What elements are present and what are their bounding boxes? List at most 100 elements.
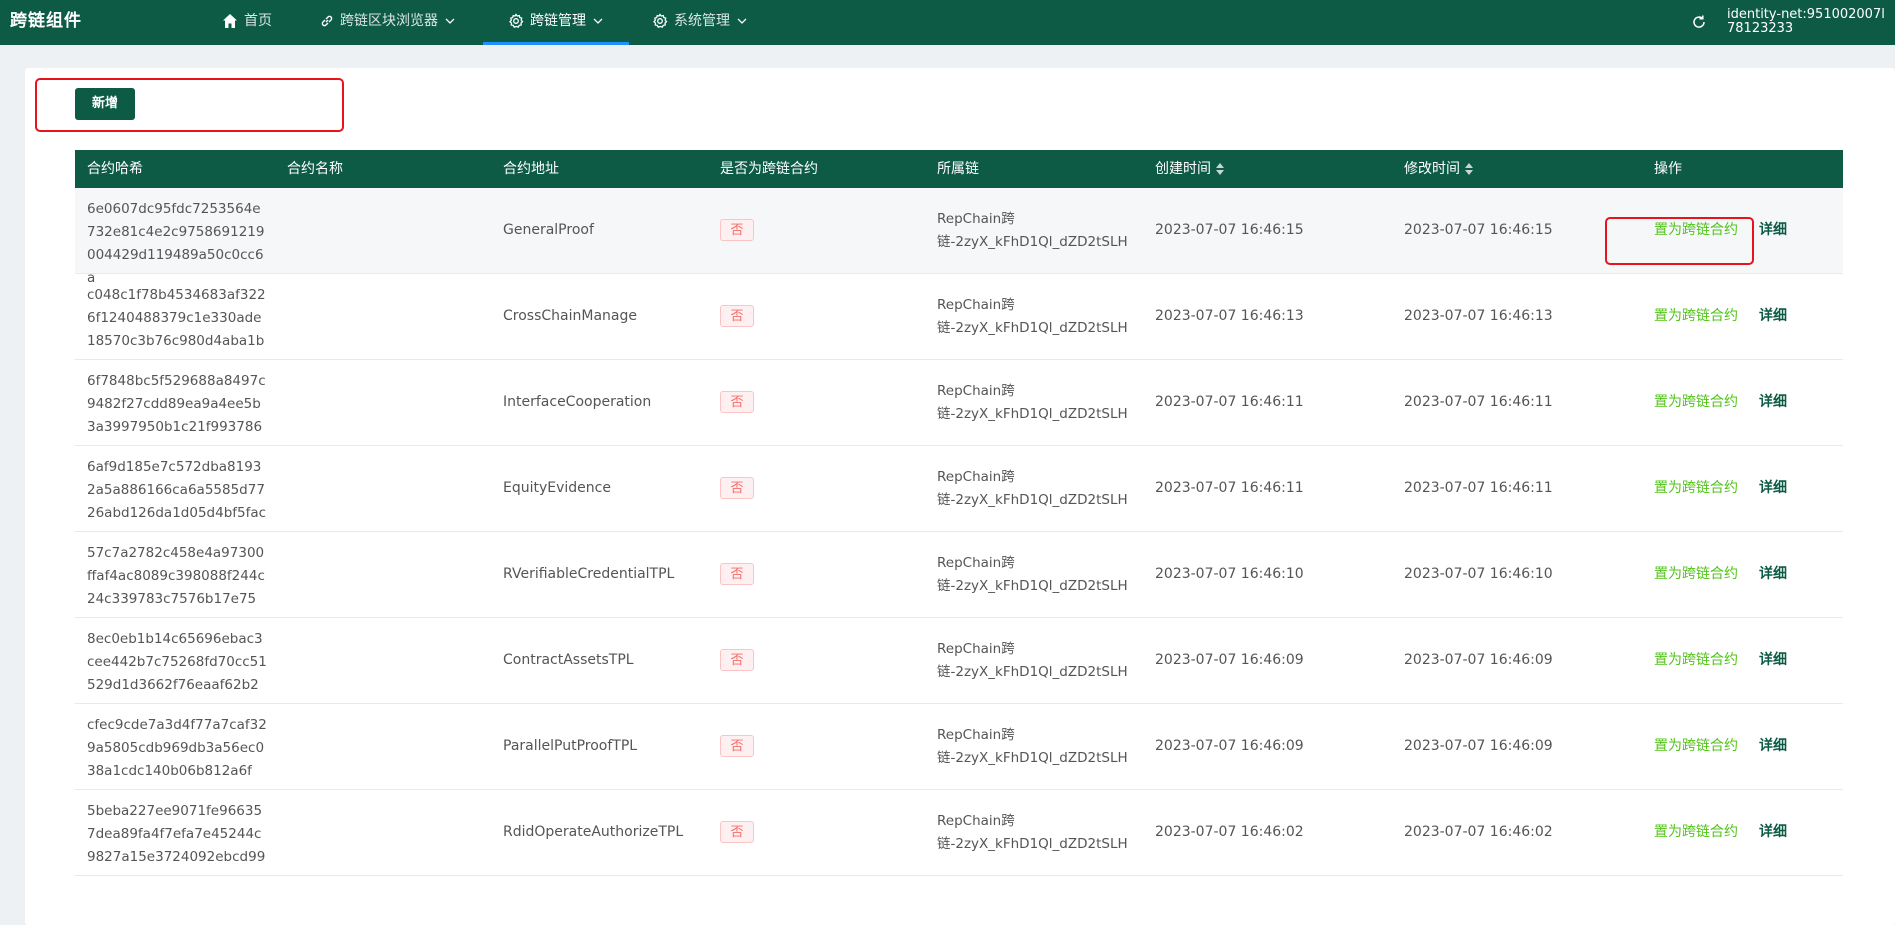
detail-link[interactable]: 详细 xyxy=(1759,446,1787,531)
sort-icon[interactable] xyxy=(1216,162,1224,176)
set-cross-chain-link[interactable]: 置为跨链合约 xyxy=(1654,704,1738,789)
column-header-is-cross: 是否为跨链合约 xyxy=(720,161,818,177)
detail-link[interactable]: 详细 xyxy=(1759,274,1787,359)
modified-time: 2023-07-07 16:46:11 xyxy=(1404,480,1553,496)
contract-hash: 5beba227ee9071fe966357dea89fa4f7efa7e452… xyxy=(87,803,266,865)
is-cross-chain-tag: 否 xyxy=(720,477,754,499)
link-icon xyxy=(320,14,334,28)
set-cross-chain-link[interactable]: 置为跨链合约 xyxy=(1654,618,1738,703)
created-time: 2023-07-07 16:46:11 xyxy=(1155,480,1304,496)
created-time: 2023-07-07 16:46:09 xyxy=(1155,652,1304,668)
nav-system-label: 系统管理 xyxy=(674,13,730,29)
table-row: c048c1f78b4534683af3226f1240488379c1e330… xyxy=(75,274,1843,360)
modified-time: 2023-07-07 16:46:11 xyxy=(1404,394,1553,410)
modified-time: 2023-07-07 16:46:15 xyxy=(1404,222,1553,238)
contract-hash: 6f7848bc5f529688a8497c9482f27cdd89ea9a4e… xyxy=(87,373,266,435)
is-cross-chain-tag: 否 xyxy=(720,305,754,327)
table-row: 8ec0eb1b14c65696ebac3cee442b7c75268fd70c… xyxy=(75,618,1843,704)
home-icon xyxy=(222,13,238,29)
column-header-hash: 合约哈希 xyxy=(87,161,143,177)
identity-label: identity-net:951002007l78123233 xyxy=(1727,7,1885,36)
contract-address: CrossChainManage xyxy=(503,308,637,324)
chevron-down-icon xyxy=(592,15,604,27)
table-row: 6f7848bc5f529688a8497c9482f27cdd89ea9a4e… xyxy=(75,360,1843,446)
contract-hash: c048c1f78b4534683af3226f1240488379c1e330… xyxy=(87,287,266,349)
contract-hash: cfec9cde7a3d4f77a7caf329a5805cdb969db3a5… xyxy=(87,717,267,779)
column-header-chain: 所属链 xyxy=(937,161,979,177)
created-time: 2023-07-07 16:46:13 xyxy=(1155,308,1304,324)
created-time: 2023-07-07 16:46:02 xyxy=(1155,824,1304,840)
column-header-created[interactable]: 创建时间 xyxy=(1155,150,1224,188)
detail-link[interactable]: 详细 xyxy=(1759,532,1787,617)
top-navbar: 跨链组件 首页 跨链区块浏览器 跨链管理 系统管理 identity-net:9… xyxy=(0,0,1895,45)
set-cross-chain-link[interactable]: 置为跨链合约 xyxy=(1654,360,1738,445)
contract-address: GeneralProof xyxy=(503,222,594,238)
modified-time: 2023-07-07 16:46:10 xyxy=(1404,566,1553,582)
gear-icon xyxy=(508,13,524,29)
table-row: 6e0607dc95fdc7253564e732e81c4e2c97586912… xyxy=(75,188,1843,286)
nav-home-label: 首页 xyxy=(244,13,272,29)
nav-cross-chain-management[interactable]: 跨链管理 xyxy=(508,0,604,42)
contract-hash: 8ec0eb1b14c65696ebac3cee442b7c75268fd70c… xyxy=(87,631,267,693)
modified-time: 2023-07-07 16:46:09 xyxy=(1404,738,1553,754)
column-header-address: 合约地址 xyxy=(503,161,559,177)
nav-system-management[interactable]: 系统管理 xyxy=(652,0,748,42)
detail-link[interactable]: 详细 xyxy=(1759,704,1787,789)
contract-address: EquityEvidence xyxy=(503,480,611,496)
table-row: 6af9d185e7c572dba81932a5a886166ca6a5585d… xyxy=(75,446,1843,532)
column-header-modified[interactable]: 修改时间 xyxy=(1404,150,1473,188)
detail-link[interactable]: 详细 xyxy=(1759,618,1787,703)
set-cross-chain-link[interactable]: 置为跨链合约 xyxy=(1654,790,1738,875)
created-time: 2023-07-07 16:46:11 xyxy=(1155,394,1304,410)
set-cross-chain-link[interactable]: 置为跨链合约 xyxy=(1654,532,1738,617)
is-cross-chain-tag: 否 xyxy=(720,391,754,413)
contract-hash: 6af9d185e7c572dba81932a5a886166ca6a5585d… xyxy=(87,459,267,521)
set-cross-chain-link[interactable]: 置为跨链合约 xyxy=(1654,446,1738,531)
contract-hash: 57c7a2782c458e4a97300ffaf4ac8089c398088f… xyxy=(87,545,265,607)
chain-name: RepChain跨链-2zyX_kFhD1Ql_dZD2tSLH xyxy=(937,641,1128,680)
set-cross-chain-link[interactable]: 置为跨链合约 xyxy=(1654,274,1738,359)
refresh-icon[interactable] xyxy=(1690,13,1708,31)
table-body: 6e0607dc95fdc7253564e732e81c4e2c97586912… xyxy=(75,188,1843,876)
detail-link[interactable]: 详细 xyxy=(1759,188,1787,273)
highlight-box-set-cross xyxy=(1605,217,1754,265)
app-title: 跨链组件 xyxy=(10,11,82,31)
contract-address: InterfaceCooperation xyxy=(503,394,652,410)
table-row: cfec9cde7a3d4f77a7caf329a5805cdb969db3a5… xyxy=(75,704,1843,790)
nav-home[interactable]: 首页 xyxy=(222,0,272,42)
contract-address: RdidOperateAuthorizeTPL xyxy=(503,824,684,840)
chain-name: RepChain跨链-2zyX_kFhD1Ql_dZD2tSLH xyxy=(937,555,1128,594)
column-header-name: 合约名称 xyxy=(287,161,343,177)
nav-management-label: 跨链管理 xyxy=(530,13,586,29)
chevron-down-icon xyxy=(736,15,748,27)
modified-time: 2023-07-07 16:46:02 xyxy=(1404,824,1553,840)
chain-name: RepChain跨链-2zyX_kFhD1Ql_dZD2tSLH xyxy=(937,211,1128,250)
chain-name: RepChain跨链-2zyX_kFhD1Ql_dZD2tSLH xyxy=(937,383,1128,422)
column-header-actions: 操作 xyxy=(1654,161,1682,177)
gear-icon xyxy=(652,13,668,29)
is-cross-chain-tag: 否 xyxy=(720,735,754,757)
detail-link[interactable]: 详细 xyxy=(1759,360,1787,445)
nav-explorer-label: 跨链区块浏览器 xyxy=(340,13,438,29)
highlight-box-add xyxy=(35,78,344,132)
is-cross-chain-tag: 否 xyxy=(720,219,754,241)
chain-name: RepChain跨链-2zyX_kFhD1Ql_dZD2tSLH xyxy=(937,469,1128,508)
nav-cross-chain-explorer[interactable]: 跨链区块浏览器 xyxy=(320,0,456,42)
contract-address: ParallelPutProofTPL xyxy=(503,738,638,754)
modified-time: 2023-07-07 16:46:09 xyxy=(1404,652,1553,668)
table-row: 57c7a2782c458e4a97300ffaf4ac8089c398088f… xyxy=(75,532,1843,618)
modified-time: 2023-07-07 16:46:13 xyxy=(1404,308,1553,324)
chain-name: RepChain跨链-2zyX_kFhD1Ql_dZD2tSLH xyxy=(937,727,1128,766)
contract-address: RVerifiableCredentialTPL xyxy=(503,566,675,582)
active-nav-indicator xyxy=(483,42,629,45)
chain-name: RepChain跨链-2zyX_kFhD1Ql_dZD2tSLH xyxy=(937,297,1128,336)
is-cross-chain-tag: 否 xyxy=(720,563,754,585)
detail-link[interactable]: 详细 xyxy=(1759,790,1787,875)
contract-table: 合约哈希 合约名称 合约地址 是否为跨链合约 所属链 创建时间 修改时间 操作 … xyxy=(75,150,1843,876)
created-time: 2023-07-07 16:46:15 xyxy=(1155,222,1304,238)
table-row: 5beba227ee9071fe966357dea89fa4f7efa7e452… xyxy=(75,790,1843,876)
is-cross-chain-tag: 否 xyxy=(720,821,754,843)
contract-address: ContractAssetsTPL xyxy=(503,652,634,668)
chain-name: RepChain跨链-2zyX_kFhD1Ql_dZD2tSLH xyxy=(937,813,1128,852)
sort-icon[interactable] xyxy=(1465,162,1473,176)
